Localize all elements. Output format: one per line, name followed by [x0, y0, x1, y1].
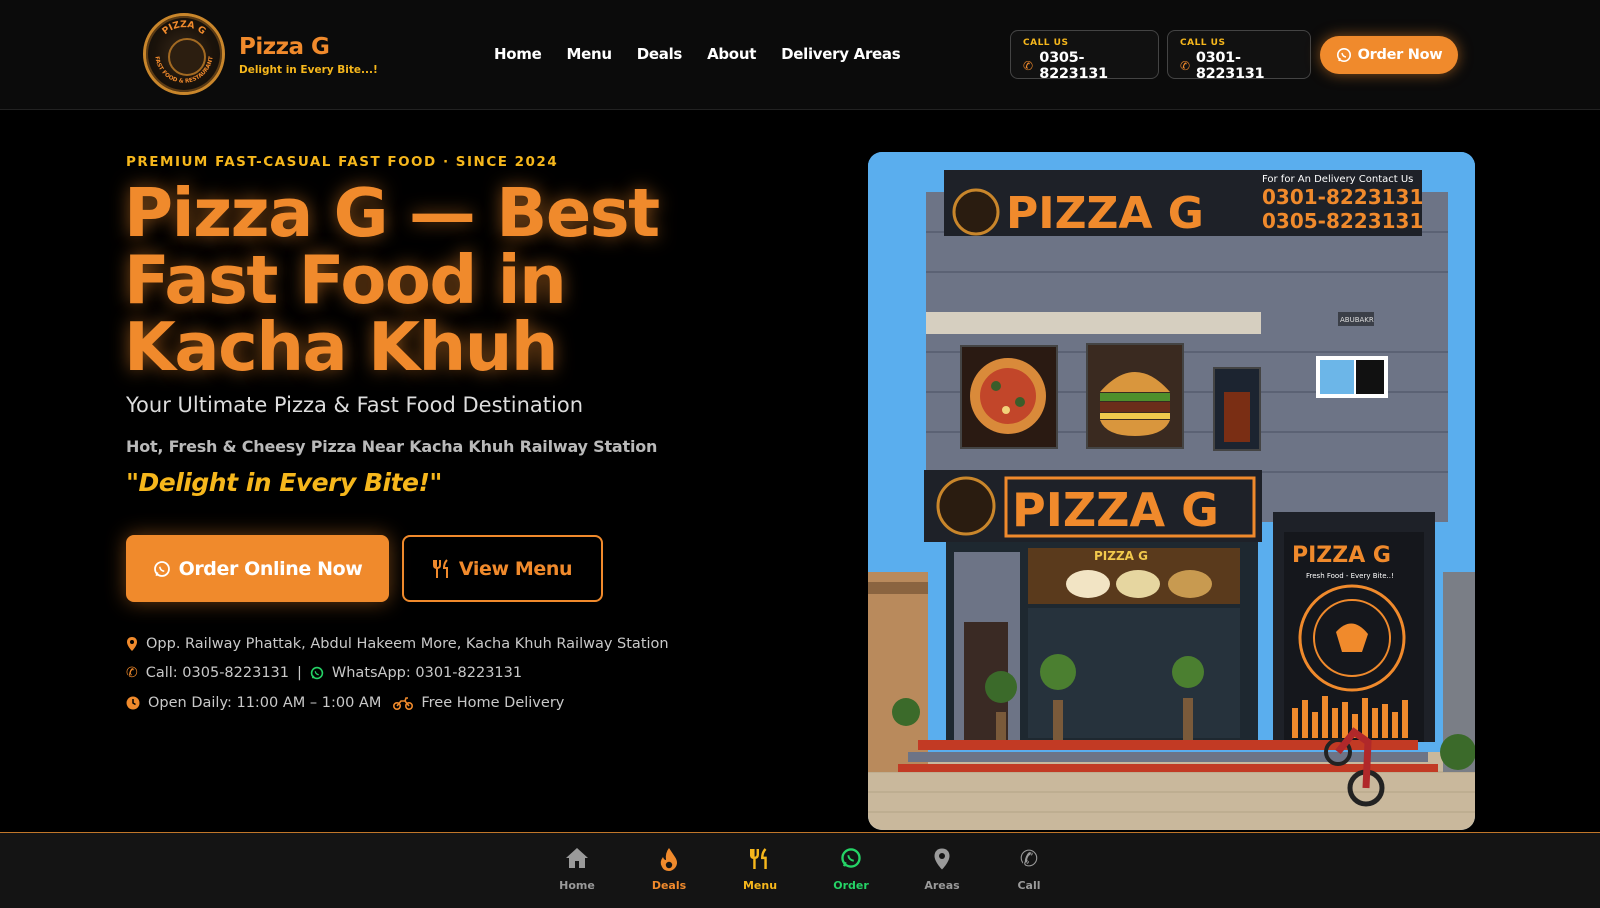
bottom-nav-menu[interactable]: Menu: [725, 847, 795, 892]
bottom-nav-deals[interactable]: Deals: [634, 847, 704, 892]
hours-line: Open Daily: 11:00 AM – 1:00 AM Free Home…: [126, 695, 564, 711]
address-line: Opp. Railway Phattak, Abdul Hakeem More,…: [126, 636, 669, 652]
whatsapp-icon: [153, 560, 170, 577]
hero-eyebrow: PREMIUM FAST-CASUAL FAST FOOD · SINCE 20…: [126, 154, 559, 170]
order-now-label: Order Now: [1357, 47, 1443, 63]
home-icon: [542, 847, 612, 873]
nav-menu[interactable]: Menu: [566, 45, 612, 63]
bottom-nav-call[interactable]: ✆ Call: [994, 847, 1064, 892]
nav-home[interactable]: Home: [494, 45, 542, 63]
top-sign-phone2: 0305-8223131: [1262, 209, 1423, 233]
whatsapp-icon: [816, 847, 886, 873]
hours-text: Open Daily: 11:00 AM – 1:00 AM: [148, 695, 382, 711]
call-box-1[interactable]: CALL US ✆ 0305-8223131: [1010, 30, 1159, 82]
phone-icon: ✆: [1180, 59, 1190, 73]
storefront-photo: PIZZA G For for An Delivery Contact Us 0…: [868, 152, 1475, 830]
top-sign-phone1: 0301-8223131: [1262, 185, 1423, 209]
svg-text:PIZZA G: PIZZA G: [160, 19, 208, 37]
bottom-nav-label: Areas: [924, 879, 960, 892]
order-online-label: Order Online Now: [178, 557, 363, 580]
top-sign-text: PIZZA G: [1006, 188, 1204, 239]
call-box-label: CALL US: [1180, 38, 1226, 48]
right-panel-title: PIZZA G: [1292, 543, 1391, 568]
hero-subtitle-secondary: Hot, Fresh & Cheesy Pizza Near Kacha Khu…: [126, 437, 658, 456]
address-text: Opp. Railway Phattak, Abdul Hakeem More,…: [146, 636, 669, 652]
map-pin-icon: [127, 637, 137, 651]
logo-text-top: PIZZA G: [160, 19, 208, 37]
bottom-nav-order[interactable]: Order: [816, 847, 886, 892]
phone-icon: ✆: [126, 665, 138, 681]
bottom-nav-areas[interactable]: Areas: [907, 847, 977, 892]
separator: |: [297, 665, 302, 681]
bottom-nav-label: Home: [559, 879, 595, 892]
call-box-number: ✆ 0301-8223131: [1180, 50, 1298, 82]
site-header: PIZZA G FAST FOOD & RESTAURANT Pizza G D…: [0, 0, 1600, 110]
nav-about[interactable]: About: [707, 45, 756, 63]
nav-deals[interactable]: Deals: [637, 45, 683, 63]
motorcycle-icon: [393, 697, 414, 710]
nav-delivery-areas[interactable]: Delivery Areas: [781, 45, 901, 63]
call-box-label: CALL US: [1023, 38, 1069, 48]
bottom-nav-label: Deals: [651, 879, 687, 892]
top-sign-contact-title: For for An Delivery Contact Us: [1262, 174, 1413, 185]
utensils-icon: [725, 847, 795, 873]
storefront-image: PIZZA G For for An Delivery Contact Us 0…: [868, 152, 1475, 830]
whatsapp-text[interactable]: WhatsApp: 0301-8223131: [332, 665, 522, 681]
contact-line: ✆ Call: 0305-8223131 | WhatsApp: 0301-82…: [126, 665, 522, 681]
brand-tagline: Delight in Every Bite...!: [239, 64, 378, 76]
bottom-nav-label: Menu: [742, 879, 778, 892]
utensils-icon: [432, 558, 448, 578]
call-text[interactable]: Call: 0305-8223131: [146, 665, 289, 681]
hero-title: Pizza G — Best Fast Food in Kacha Khuh: [124, 174, 660, 386]
clock-icon: [126, 696, 140, 710]
main-nav: Home Menu Deals About Delivery Areas: [494, 45, 901, 63]
right-panel-tagline: Fresh Food - Every Bite..!: [1306, 572, 1394, 580]
hero-quote: "Delight in Every Bite!": [126, 468, 442, 497]
mid-sign-text: PIZZA G: [1012, 483, 1219, 537]
bottom-nav: Home Deals Menu Order Areas ✆ Call: [0, 832, 1600, 908]
whatsapp-icon: [1336, 48, 1351, 62]
small-plate-text: ABUBAKR: [1340, 316, 1374, 324]
phone-icon: ✆: [1019, 847, 1039, 872]
logo-inner-icon: [168, 38, 206, 76]
bottom-nav-label: Order: [833, 879, 869, 892]
call-box-number-text: 0305-8223131: [1039, 50, 1108, 82]
view-menu-label: View Menu: [458, 557, 573, 580]
logo[interactable]: PIZZA G FAST FOOD & RESTAURANT: [143, 13, 225, 95]
call-box-2[interactable]: CALL US ✆ 0301-8223131: [1167, 30, 1311, 82]
view-menu-button[interactable]: View Menu: [402, 535, 603, 602]
map-pin-icon: [907, 847, 977, 873]
order-online-button[interactable]: Order Online Now: [126, 535, 389, 602]
hero-subtitle: Your Ultimate Pizza & Fast Food Destinat…: [126, 393, 584, 417]
whatsapp-icon: [310, 666, 324, 680]
call-box-number: ✆ 0305-8223131: [1023, 50, 1146, 82]
bottom-nav-home[interactable]: Home: [542, 847, 612, 892]
bottom-nav-label: Call: [1017, 879, 1041, 892]
delivery-text: Free Home Delivery: [421, 695, 565, 711]
phone-icon: ✆: [1023, 59, 1033, 73]
fire-icon: [634, 847, 704, 873]
order-now-button[interactable]: Order Now: [1320, 36, 1458, 74]
brand-name[interactable]: Pizza G: [239, 34, 330, 60]
call-box-number-text: 0301-8223131: [1195, 50, 1265, 82]
window-sign-text: PIZZA G: [1094, 549, 1148, 563]
